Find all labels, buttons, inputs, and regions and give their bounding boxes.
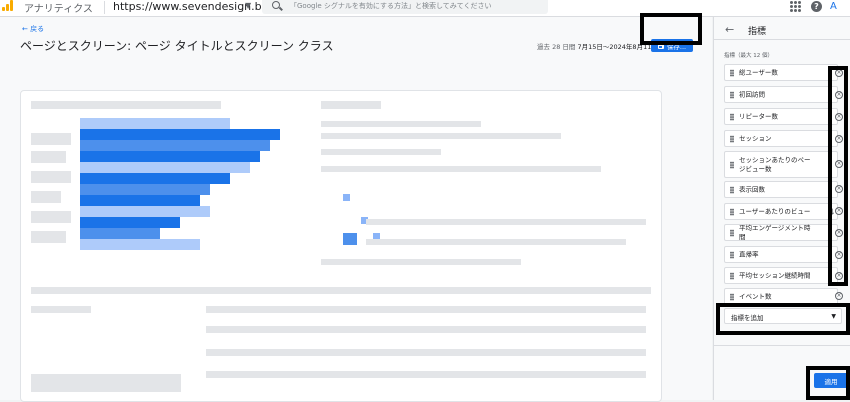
metric-chip[interactable]: 直帰率: [724, 246, 838, 263]
panel-title: 指標: [748, 27, 767, 37]
blurred-text: [206, 349, 646, 356]
blurred-bar: [80, 173, 230, 184]
blurred-bar: [80, 151, 260, 162]
main-content: ← 戻る ページとスクリーン: ページ タイトルとスクリーン クラス 過去 28…: [0, 17, 712, 402]
search-icon: [272, 1, 280, 9]
report-card: [20, 90, 662, 402]
metric-chip[interactable]: 総ユーザー数: [724, 64, 838, 81]
blurred-text: [366, 239, 626, 245]
top-bar: アナリティクス https://www.sevendesign.bi... ▼ …: [0, 0, 850, 17]
back-link-label[interactable]: 戻る: [30, 25, 44, 33]
panel-subtitle: 指標（最大 12 個）: [724, 53, 773, 59]
divider: [714, 39, 850, 40]
blurred-text: [206, 326, 646, 333]
metric-chip[interactable]: セッションあたりのページビュー数: [724, 151, 838, 178]
blurred-bar: [80, 217, 180, 228]
highlight-box: [828, 66, 848, 286]
blurred-bar: [80, 228, 160, 239]
metric-chip[interactable]: 平均エンゲージメント時間: [724, 224, 838, 241]
metric-chip[interactable]: セッション: [724, 130, 838, 147]
blurred-text: [31, 101, 221, 109]
drag-handle-icon[interactable]: [730, 272, 734, 279]
blurred-bar: [80, 162, 250, 173]
blurred-text: [206, 371, 646, 378]
blurred-text: [31, 133, 71, 145]
blurred-text: [321, 101, 381, 109]
blurred-marker: [343, 233, 357, 245]
date-range-prefix: 過去 28 日間: [537, 43, 576, 51]
metric-chip[interactable]: ユーザーあたりのビュー ↓: [724, 203, 838, 220]
divider: [714, 345, 850, 346]
metric-chip[interactable]: 表示回数: [724, 181, 838, 198]
blurred-bar: [80, 239, 200, 250]
drag-handle-icon[interactable]: [730, 186, 734, 193]
blurred-bar: [80, 129, 280, 140]
drag-handle-icon[interactable]: [730, 208, 734, 215]
metric-label: 総ユーザー数: [739, 68, 778, 76]
blurred-bar: [80, 195, 200, 206]
drag-handle-icon[interactable]: [730, 113, 734, 120]
drag-handle-icon[interactable]: [730, 91, 734, 98]
blurred-text: [31, 287, 651, 294]
help-icon[interactable]: ?: [811, 1, 822, 12]
highlight-box: [716, 303, 850, 335]
highlight-box: [640, 13, 702, 45]
metric-label: 平均セッション継続時間: [739, 271, 811, 279]
blurred-text: [31, 374, 181, 392]
search-box[interactable]: 「Google シグナルを有効にする方法」と検索してみてください: [262, 0, 548, 14]
metric-label: 表示回数: [739, 185, 765, 193]
metric-chip[interactable]: 平均セッション継続時間: [724, 267, 838, 284]
metric-label: 直帰率: [739, 250, 759, 258]
metric-label: 平均エンゲージメント時間: [739, 223, 811, 241]
metric-chip[interactable]: リピーター数: [724, 108, 838, 125]
drag-handle-icon[interactable]: [730, 229, 734, 236]
apps-grid-icon[interactable]: [790, 1, 801, 12]
metric-label: ユーザーあたりのビュー: [739, 207, 811, 215]
blurred-bar: [80, 118, 230, 129]
metric-label: リピーター数: [739, 112, 778, 120]
account-avatar-icon[interactable]: A: [830, 1, 841, 12]
metric-label: イベント数: [739, 292, 772, 300]
blurred-text: [31, 171, 71, 183]
property-caret-icon[interactable]: ▼: [245, 1, 251, 10]
blurred-text: [321, 133, 561, 139]
blurred-bar: [80, 140, 270, 151]
blurred-text: [321, 121, 481, 127]
blurred-text: [321, 149, 441, 155]
app-name: アナリティクス: [24, 4, 93, 15]
drag-handle-icon[interactable]: [730, 161, 734, 168]
blurred-text: [31, 231, 66, 243]
blurred-text: [321, 259, 521, 265]
remove-metric-icon[interactable]: ×: [835, 292, 843, 300]
metric-label: セッションあたりのページビュー数: [739, 155, 811, 173]
blurred-text: [31, 191, 61, 203]
blurred-marker: [343, 194, 350, 201]
metric-label: セッション: [739, 134, 772, 142]
blurred-text: [366, 219, 646, 225]
blurred-text: [31, 211, 71, 223]
blurred-bar: [80, 184, 210, 195]
blurred-text: [321, 166, 601, 172]
blurred-text: [31, 306, 91, 313]
page-title: ページとスクリーン: ページ タイトルとスクリーン クラス: [20, 39, 334, 53]
analytics-logo: [0, 0, 18, 13]
highlight-box: [806, 366, 850, 400]
search-input[interactable]: 「Google シグナルを有効にする方法」と検索してみてください: [290, 1, 492, 11]
drag-handle-icon[interactable]: [730, 293, 734, 300]
metric-label: 初回訪問: [739, 90, 765, 98]
metric-chip[interactable]: 初回訪問: [724, 86, 838, 103]
blurred-text: [31, 151, 66, 163]
panel-back-icon[interactable]: ←: [725, 23, 734, 36]
drag-handle-icon[interactable]: [730, 251, 734, 258]
divider: [104, 1, 105, 14]
drag-handle-icon[interactable]: [730, 135, 734, 142]
back-link[interactable]: ← 戻る: [22, 24, 44, 34]
blurred-text: [206, 306, 646, 313]
drag-handle-icon[interactable]: [730, 69, 734, 76]
blurred-bar: [80, 206, 210, 217]
